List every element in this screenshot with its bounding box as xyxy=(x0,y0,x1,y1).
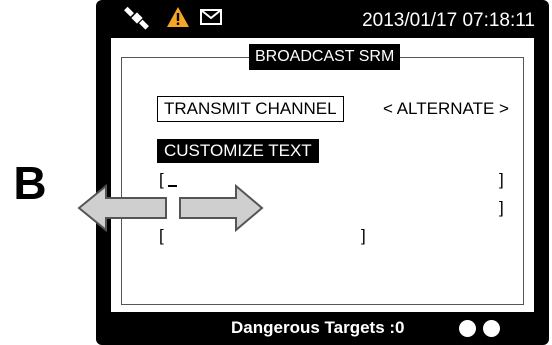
transmit-channel-selector[interactable]: < ALTERNATE > xyxy=(383,99,509,119)
transmit-channel-label[interactable]: TRANSMIT CHANNEL xyxy=(157,96,344,122)
footer-bar: Dangerous Targets :0 xyxy=(96,312,549,345)
line3-close-bracket: ] xyxy=(361,226,366,245)
warning-icon xyxy=(166,6,190,33)
indicator-dot xyxy=(483,320,500,337)
envelope-icon xyxy=(200,9,222,30)
indicator-dot xyxy=(459,320,476,337)
text-cursor xyxy=(168,185,177,187)
dialog-title: BROADCAST SRM xyxy=(249,44,401,70)
dangerous-targets-count: Dangerous Targets :0 xyxy=(231,318,405,337)
arrow-right-icon xyxy=(179,183,264,233)
arrow-left-icon xyxy=(77,183,167,233)
status-datetime: 2013/01/17 07:18:11 xyxy=(362,10,535,31)
line2-close-bracket: ] xyxy=(499,198,504,217)
device-bezel: 2013/01/17 07:18:11 BROADCAST SRM TRANSM… xyxy=(96,0,549,345)
screen: BROADCAST SRM TRANSMIT CHANNEL < ALTERNA… xyxy=(111,38,534,312)
line1-close-bracket: ] xyxy=(499,170,504,189)
customize-text-label[interactable]: CUSTOMIZE TEXT xyxy=(157,139,319,163)
annotation-letter: B xyxy=(13,157,47,209)
status-bar: 2013/01/17 07:18:11 xyxy=(96,0,549,38)
satellite-icon xyxy=(124,6,150,35)
